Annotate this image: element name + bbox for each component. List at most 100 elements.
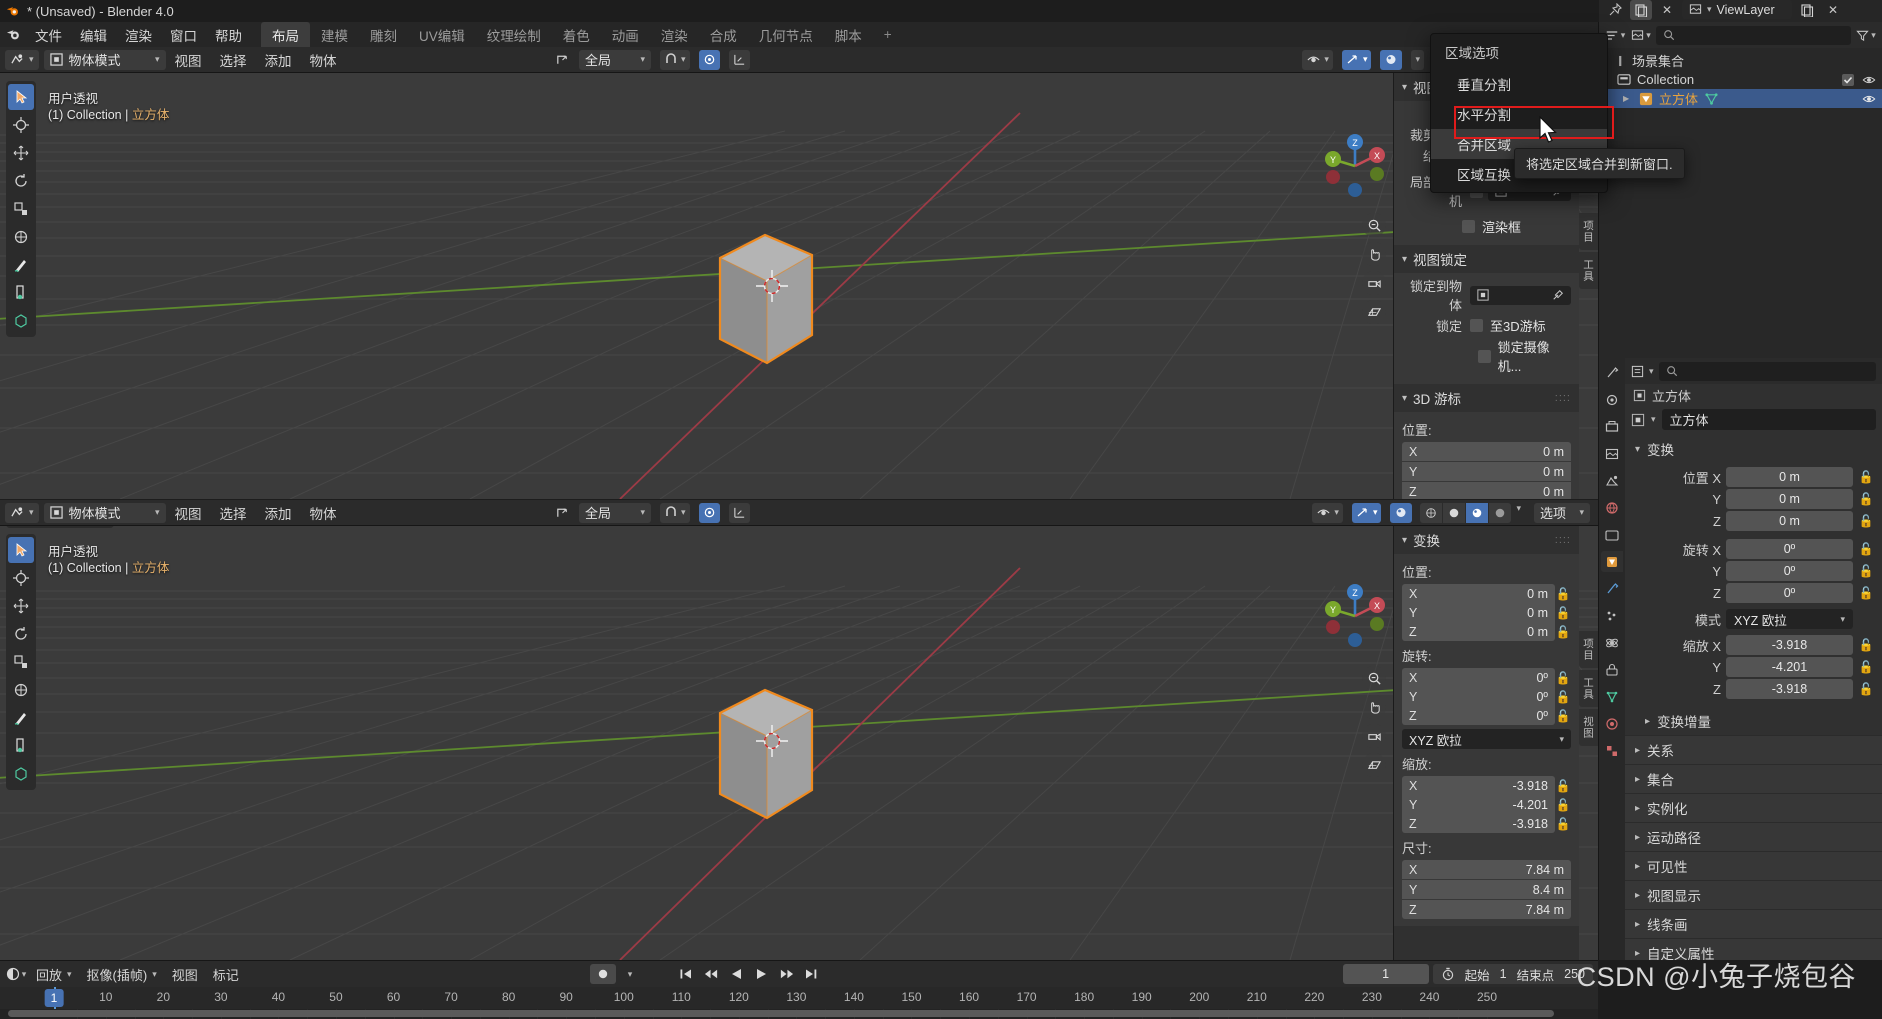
- pin-icon[interactable]: [1604, 0, 1626, 20]
- snap-magnet-icon-bottom[interactable]: ▾: [660, 502, 690, 523]
- timeline-editor-type-icon[interactable]: ▾: [5, 964, 27, 984]
- tab-texture-paint[interactable]: 纹理绘制: [476, 22, 552, 47]
- lock-icon[interactable]: 🔓: [1858, 586, 1874, 600]
- viewport-top-canvas[interactable]: 用户透视 (1) Collection | 立方体 Z X Y 项目 工具: [0, 73, 1598, 499]
- lock-icon[interactable]: 🔓: [1555, 671, 1571, 685]
- orientation-selector-bottom[interactable]: 全局 ▾: [579, 502, 651, 523]
- outliner-row-cube[interactable]: ▶ 立方体: [1599, 89, 1882, 108]
- tab-physics-icon[interactable]: [1601, 632, 1623, 653]
- tab-constraints-icon[interactable]: [1601, 659, 1623, 680]
- snap-dropdown-bottom[interactable]: [728, 502, 750, 523]
- add-workspace-button[interactable]: +: [873, 22, 903, 47]
- tool-transform-top[interactable]: [8, 224, 34, 250]
- lock-icon[interactable]: 🔓: [1858, 682, 1874, 696]
- lock-icon[interactable]: 🔓: [1858, 470, 1874, 484]
- chevron-down-icon[interactable]: ▾: [1651, 414, 1656, 425]
- nb-loc-x-field[interactable]: X 0 m: [1402, 584, 1555, 603]
- chevron-right-icon[interactable]: ▶: [1623, 94, 1633, 103]
- frame-range-fields[interactable]: 起始 1 结束点 250: [1432, 964, 1593, 984]
- outliner-row-collection[interactable]: Collection: [1599, 70, 1882, 89]
- jump-end-button[interactable]: [800, 964, 822, 984]
- object-mode-selector-bottom[interactable]: 物体模式 ▾: [43, 502, 166, 523]
- camera-view-icon-top[interactable]: [1362, 271, 1386, 295]
- tool-scale-bottom[interactable]: [8, 649, 34, 675]
- tab-scripting[interactable]: 脚本: [824, 22, 873, 47]
- tab-texture-icon[interactable]: [1601, 740, 1623, 761]
- vp-top-menu-view[interactable]: 视图: [166, 50, 211, 70]
- tool-tweak-top[interactable]: [8, 84, 34, 110]
- editor-type-button-bottom[interactable]: ▾: [5, 502, 39, 523]
- lock-icon[interactable]: 🔓: [1555, 817, 1571, 831]
- prop-loc-z-field[interactable]: 0 m: [1726, 511, 1853, 531]
- lock-icon[interactable]: 🔓: [1858, 638, 1874, 652]
- tab-material-icon[interactable]: [1601, 713, 1623, 734]
- current-frame-field[interactable]: 1: [1342, 964, 1429, 984]
- snap-dropdown-top[interactable]: [728, 49, 750, 70]
- tab-modeling[interactable]: 建模: [310, 22, 359, 47]
- tab-view-layer-icon[interactable]: [1601, 443, 1623, 464]
- tab-scene-icon[interactable]: [1601, 470, 1623, 491]
- eyedropper-icon[interactable]: [1552, 289, 1564, 301]
- pan-hand-icon-top[interactable]: [1362, 242, 1386, 266]
- nb-rotation-mode-dropdown[interactable]: XYZ 欧拉 ▾: [1402, 729, 1571, 749]
- tab-collection-props-icon[interactable]: [1601, 524, 1623, 545]
- prop-scale-y-field[interactable]: -4.201: [1726, 657, 1853, 677]
- prop-panel-visibility[interactable]: ▸ 可见性: [1625, 851, 1882, 880]
- vp-bottom-menu-view[interactable]: 视图: [166, 503, 211, 523]
- nb-loc-z-field[interactable]: Z 0 m: [1402, 622, 1555, 641]
- menu-window[interactable]: 窗口: [161, 23, 206, 47]
- prop-panel-relations[interactable]: ▸ 关系: [1625, 735, 1882, 764]
- lock-icon[interactable]: 🔓: [1858, 564, 1874, 578]
- tab-geometry-nodes[interactable]: 几何节点: [748, 22, 824, 47]
- vp-bottom-menu-object[interactable]: 物体: [301, 503, 346, 523]
- tab-sculpting[interactable]: 雕刻: [359, 22, 408, 47]
- lock-icon[interactable]: 🔓: [1555, 798, 1571, 812]
- menu-render[interactable]: 渲染: [116, 23, 161, 47]
- view-layer-selector[interactable]: ▾ ViewLayer: [1682, 0, 1792, 19]
- lock-icon[interactable]: 🔓: [1555, 625, 1571, 639]
- tool-transform-bottom[interactable]: [8, 677, 34, 703]
- play-button[interactable]: [750, 964, 772, 984]
- lock-icon[interactable]: 🔓: [1555, 709, 1571, 723]
- tool-cursor-top[interactable]: [8, 112, 34, 138]
- transform-pivot-icon-bottom[interactable]: [555, 506, 570, 520]
- prop-delta-transform-header[interactable]: ▸ 变换增量: [1625, 707, 1882, 735]
- prop-rot-z-field[interactable]: 0º: [1726, 583, 1853, 603]
- outliner-search-input[interactable]: [1656, 25, 1851, 45]
- auto-keying-dropdown[interactable]: ▾: [619, 964, 641, 984]
- eye-icon[interactable]: [1862, 93, 1876, 105]
- tool-measure-bottom[interactable]: [8, 733, 34, 759]
- side-tab-view-bottom[interactable]: 视图: [1579, 709, 1598, 746]
- tab-world-icon[interactable]: [1601, 497, 1623, 518]
- menu-item-horizontal-split[interactable]: 水平分割: [1431, 99, 1607, 129]
- tab-render-icon[interactable]: [1601, 389, 1623, 410]
- eye-icon[interactable]: [1862, 74, 1876, 86]
- lock-icon[interactable]: 🔓: [1555, 779, 1571, 793]
- tool-measure-top[interactable]: [8, 280, 34, 306]
- side-tab-item-bottom[interactable]: 项目: [1579, 631, 1598, 668]
- lock-camera-checkbox[interactable]: [1478, 349, 1491, 363]
- tab-tool-icon[interactable]: [1601, 362, 1623, 383]
- timeline-menu-keying[interactable]: 抠像(插帧) ▾: [81, 964, 163, 984]
- nb-rot-x-field[interactable]: X 0º: [1402, 668, 1555, 687]
- lock-icon[interactable]: 🔓: [1555, 690, 1571, 704]
- nav-gizmo-top[interactable]: Z X Y: [1317, 128, 1393, 204]
- overlays-icon-top[interactable]: ▾: [1341, 49, 1372, 70]
- tool-tweak-bottom[interactable]: [8, 537, 34, 563]
- zoom-icon-top[interactable]: [1362, 213, 1386, 237]
- next-keyframe-button[interactable]: [775, 964, 797, 984]
- play-reverse-button[interactable]: [725, 964, 747, 984]
- timeline-menu-marker[interactable]: 标记: [207, 964, 245, 984]
- prop-rot-y-field[interactable]: 0º: [1726, 561, 1853, 581]
- editor-type-button-top[interactable]: ▾: [5, 49, 39, 70]
- transform-pivot-icon-top[interactable]: [555, 53, 570, 67]
- blender-menu-icon[interactable]: [0, 27, 26, 42]
- properties-search-input[interactable]: [1658, 361, 1876, 381]
- prop-loc-x-field[interactable]: 0 m: [1726, 467, 1853, 487]
- snap-magnet-icon-top[interactable]: ▾: [660, 49, 690, 70]
- menu-help[interactable]: 帮助: [206, 23, 251, 47]
- prop-panel-viewport-display[interactable]: ▸ 视图显示: [1625, 880, 1882, 909]
- nb-dim-y-field[interactable]: Y 8.4 m: [1402, 880, 1571, 899]
- nb-loc-y-field[interactable]: Y 0 m: [1402, 603, 1555, 622]
- vp-top-menu-select[interactable]: 选择: [211, 50, 256, 70]
